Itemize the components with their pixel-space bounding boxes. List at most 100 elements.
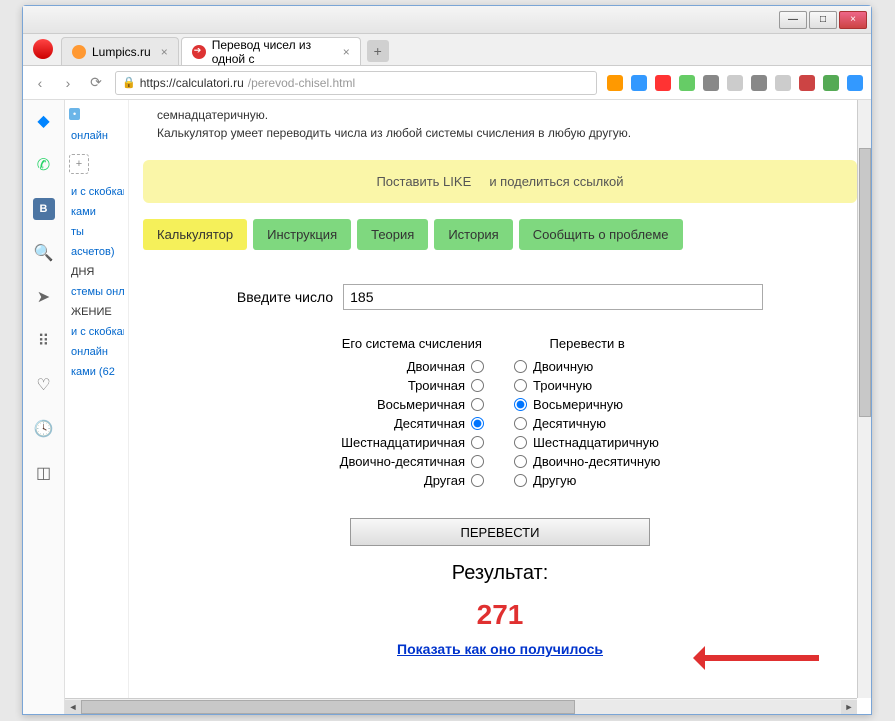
page-tab[interactable]: История: [434, 219, 512, 250]
vertical-scrollbar[interactable]: [857, 100, 871, 698]
extension-icon[interactable]: [751, 75, 767, 91]
sidebar-item[interactable]: и с скобками ): [69, 182, 124, 202]
radio-label: Другая: [424, 473, 465, 488]
back-button[interactable]: ‹: [31, 74, 49, 92]
search-icon[interactable]: 🔍: [33, 242, 55, 264]
forward-button[interactable]: ›: [59, 74, 77, 92]
radio-input[interactable]: [514, 436, 527, 449]
extension-icon[interactable]: [679, 75, 695, 91]
minimize-button[interactable]: —: [779, 11, 807, 29]
scrollbar-thumb[interactable]: [859, 148, 871, 417]
maximize-button[interactable]: □: [809, 11, 837, 29]
radio-input[interactable]: [514, 417, 527, 430]
radio-option[interactable]: Троичная: [340, 378, 484, 393]
browser-window: — □ × Lumpics.ru × Перевод чисел из одно…: [22, 5, 872, 715]
number-input[interactable]: [343, 284, 763, 310]
radio-option[interactable]: Восьмеричную: [514, 397, 660, 412]
radio-input[interactable]: [514, 379, 527, 392]
sidebar-item[interactable]: ДНЯ: [69, 262, 124, 282]
send-icon[interactable]: ➤: [33, 286, 55, 308]
to-header: Перевести в: [514, 336, 660, 351]
sidebar-item[interactable]: ты: [69, 222, 124, 242]
radio-columns: Его система счисления ДвоичнаяТроичнаяВо…: [183, 336, 817, 492]
messenger-icon[interactable]: ◆: [33, 110, 55, 132]
page-tab[interactable]: Калькулятор: [143, 219, 247, 250]
radio-input[interactable]: [514, 474, 527, 487]
scroll-left-button[interactable]: ◄: [65, 700, 81, 714]
titlebar: — □ ×: [23, 6, 871, 34]
radio-option[interactable]: Десятичную: [514, 416, 660, 431]
scrollbar-track[interactable]: [81, 700, 841, 714]
radio-option[interactable]: Двоичную: [514, 359, 660, 374]
sidebar-add-button[interactable]: +: [69, 154, 89, 174]
radio-option[interactable]: Двоично-десятичную: [514, 454, 660, 469]
scroll-right-button[interactable]: ►: [841, 700, 857, 714]
radio-input[interactable]: [514, 398, 527, 411]
extension-icon[interactable]: [727, 75, 743, 91]
show-how-link[interactable]: Показать как оно получилось: [183, 641, 817, 657]
new-tab-button[interactable]: +: [367, 40, 389, 62]
like-bar[interactable]: Поставить LIKE и поделиться ссылкой: [143, 160, 857, 203]
convert-button[interactable]: ПЕРЕВЕСТИ: [350, 518, 650, 546]
radio-option[interactable]: Шестнадцатиричная: [340, 435, 484, 450]
radio-input[interactable]: [471, 398, 484, 411]
extension-icon[interactable]: [823, 75, 839, 91]
sidebar-item[interactable]: ками: [69, 202, 124, 222]
address-bar[interactable]: 🔒 https://calculatori.ru/perevod-chisel.…: [115, 71, 597, 95]
radio-input[interactable]: [514, 360, 527, 373]
radio-input[interactable]: [471, 455, 484, 468]
radio-label: Восьмеричную: [533, 397, 623, 412]
page-tab[interactable]: Инструкция: [253, 219, 351, 250]
intro-line: Калькулятор умеет переводить числа из лю…: [157, 124, 843, 142]
scrollbar-thumb[interactable]: [81, 700, 575, 714]
extension-icon[interactable]: [799, 75, 815, 91]
tab-close-icon[interactable]: ×: [161, 45, 168, 59]
reload-button[interactable]: ⟳: [87, 74, 105, 92]
content-area: ◆ ✆ B 🔍 ➤ ⠿ ♡ 🕓 ◫ • онлайн+и с скобками …: [23, 100, 871, 714]
extension-icon[interactable]: [847, 75, 863, 91]
close-button[interactable]: ×: [839, 11, 867, 29]
sidebar-item[interactable]: ками (62: [69, 362, 124, 382]
radio-option[interactable]: Двоичная: [340, 359, 484, 374]
apps-icon[interactable]: ⠿: [33, 330, 55, 352]
radio-label: Шестнадцатиричную: [533, 435, 659, 450]
extension-icon[interactable]: [703, 75, 719, 91]
radio-option[interactable]: Другая: [340, 473, 484, 488]
radio-input[interactable]: [514, 455, 527, 468]
radio-input[interactable]: [471, 436, 484, 449]
radio-input[interactable]: [471, 474, 484, 487]
extension-icon[interactable]: [775, 75, 791, 91]
page-tab[interactable]: Сообщить о проблеме: [519, 219, 683, 250]
sidebar-item[interactable]: онлайн: [69, 342, 124, 362]
radio-option[interactable]: Двоично-десятичная: [340, 454, 484, 469]
package-icon[interactable]: ◫: [33, 462, 55, 484]
vk-icon[interactable]: B: [33, 198, 55, 220]
sidebar-item[interactable]: стемы онлайн: [69, 282, 124, 302]
intro-text: семнадцатеричную. Калькулятор умеет пере…: [143, 100, 857, 152]
sidebar-item[interactable]: и с скобками: [69, 322, 124, 342]
extension-icon[interactable]: [631, 75, 647, 91]
whatsapp-icon[interactable]: ✆: [33, 154, 55, 176]
radio-option[interactable]: Троичную: [514, 378, 660, 393]
history-icon[interactable]: 🕓: [33, 418, 55, 440]
sidebar-item[interactable]: ЖЕНИЕ: [69, 302, 124, 322]
page-tab[interactable]: Теория: [357, 219, 428, 250]
radio-option[interactable]: Другую: [514, 473, 660, 488]
radio-input[interactable]: [471, 417, 484, 430]
radio-input[interactable]: [471, 360, 484, 373]
radio-option[interactable]: Шестнадцатиричную: [514, 435, 660, 450]
horizontal-scrollbar[interactable]: ◄ ►: [65, 698, 857, 714]
tab-close-icon[interactable]: ×: [343, 45, 350, 59]
radio-input[interactable]: [471, 379, 484, 392]
sidebar-item[interactable]: асчетов): [69, 242, 124, 262]
extension-icon[interactable]: [655, 75, 671, 91]
radio-option[interactable]: Восьмеричная: [340, 397, 484, 412]
tab-lumpics[interactable]: Lumpics.ru ×: [61, 37, 179, 65]
bookmark-icon[interactable]: ♡: [33, 374, 55, 396]
radio-option[interactable]: Десятичная: [340, 416, 484, 431]
tab-calculatori[interactable]: Перевод чисел из одной с ×: [181, 37, 361, 65]
url-host: https://calculatori.ru: [140, 76, 244, 90]
sidebar-item[interactable]: онлайн: [69, 126, 124, 146]
opera-logo-icon[interactable]: [33, 39, 53, 59]
extension-icon[interactable]: [607, 75, 623, 91]
